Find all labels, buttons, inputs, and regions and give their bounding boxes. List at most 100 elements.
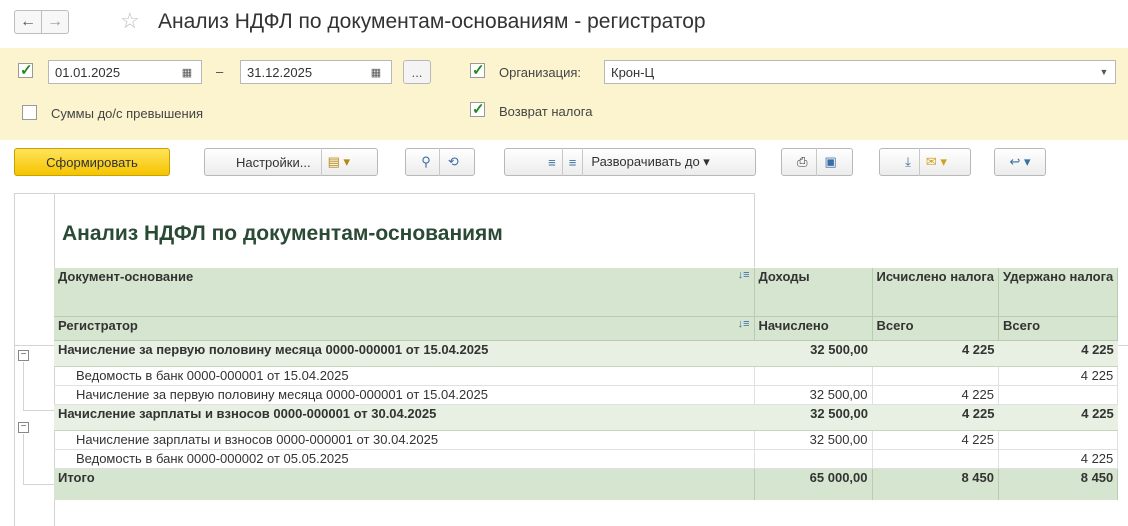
total-row: Итого 65 000,00 8 450 8 450 bbox=[54, 468, 1119, 500]
sort-icon[interactable]: ↓≡ bbox=[738, 269, 750, 281]
group-withheld: 4 225 bbox=[998, 404, 1118, 431]
header-label: Документ-основание bbox=[58, 269, 194, 284]
date-from-value: 01.01.2025 bbox=[55, 65, 121, 80]
organization-checkbox[interactable] bbox=[470, 61, 485, 79]
detail-name[interactable]: Начисление зарплаты и взносов 0000-00000… bbox=[54, 430, 755, 450]
total-withheld: 8 450 bbox=[998, 468, 1119, 500]
tree-line bbox=[23, 484, 55, 485]
search-icon[interactable]: ⚲ bbox=[413, 154, 439, 170]
detail-withheld: 4 225 bbox=[998, 366, 1119, 386]
report-border-left bbox=[14, 193, 15, 526]
search-button-group: ⚲ ⟲ bbox=[405, 148, 475, 176]
group-name[interactable]: Начисление зарплаты и взносов 0000-00000… bbox=[54, 404, 754, 431]
detail-row[interactable]: Ведомость в банк 0000-000001 от 15.04.20… bbox=[54, 366, 1119, 386]
undo-arrow-icon: ↩ ▾ bbox=[1009, 154, 1031, 169]
preview-icon[interactable]: ▣ bbox=[817, 154, 845, 170]
group-calc: 4 225 bbox=[872, 340, 999, 367]
header-cell[interactable]: Всего bbox=[872, 316, 999, 341]
expand-all-icon[interactable]: ≡ bbox=[542, 155, 562, 170]
detail-row[interactable]: Начисление зарплаты и взносов 0000-00000… bbox=[54, 430, 1119, 450]
total-income: 65 000,00 bbox=[754, 468, 873, 500]
detail-withheld bbox=[998, 385, 1119, 405]
back-arrow-icon[interactable]: ← bbox=[14, 10, 42, 34]
period-select-label: ... bbox=[411, 64, 423, 80]
date-to-value: 31.12.2025 bbox=[247, 65, 313, 80]
variant-icon[interactable]: ▤ ▾ bbox=[322, 154, 356, 170]
header-row: Документ-основание ↓≡ Доходы Исчислено на… bbox=[54, 268, 1119, 317]
sums-checkbox[interactable] bbox=[22, 105, 37, 120]
header-cell[interactable]: Всего bbox=[998, 316, 1119, 341]
group-calc: 4 225 bbox=[872, 404, 999, 431]
settings-button[interactable]: Настройки... bbox=[226, 155, 321, 170]
window-title: Анализ НДФЛ по документам-основаниям - р… bbox=[158, 10, 706, 33]
total-calc: 8 450 bbox=[872, 468, 999, 500]
detail-calc bbox=[872, 366, 999, 386]
detail-income bbox=[754, 366, 873, 386]
header-cell[interactable]: Исчислено налога bbox=[872, 268, 999, 317]
report-border-top bbox=[14, 193, 754, 194]
period-checkbox[interactable] bbox=[18, 61, 33, 79]
refund-checkbox[interactable] bbox=[470, 100, 485, 118]
header-label: Регистратор bbox=[58, 317, 138, 333]
calendar-icon[interactable]: ▦ bbox=[177, 62, 197, 82]
detail-name[interactable]: Ведомость в банк 0000-000001 от 15.04.20… bbox=[54, 366, 755, 386]
forward-arrow-icon[interactable]: → bbox=[41, 10, 69, 34]
group-withheld: 4 225 bbox=[998, 340, 1118, 367]
download-icon[interactable]: ⤓ bbox=[897, 154, 919, 170]
header-row: Регистратор ↓≡ Начислено Всего Всего bbox=[54, 316, 1119, 341]
report-title: Анализ НДФЛ по документам-основаниям bbox=[62, 222, 503, 245]
sort-icon[interactable]: ↓≡ bbox=[738, 318, 750, 330]
generate-button[interactable]: Сформировать bbox=[14, 148, 170, 176]
print-icon[interactable]: ⎙ bbox=[789, 154, 815, 170]
chevron-down-icon[interactable]: ▼ bbox=[1094, 62, 1114, 82]
detail-withheld: 4 225 bbox=[998, 449, 1119, 469]
detail-calc: 4 225 bbox=[872, 385, 999, 405]
report-column-line bbox=[754, 193, 755, 267]
organization-label: Организация: bbox=[499, 65, 582, 80]
settings-button-group: Настройки... ▤ ▾ bbox=[204, 148, 378, 176]
header-cell[interactable]: Доходы bbox=[754, 268, 873, 317]
search-clear-icon[interactable]: ⟲ bbox=[440, 154, 467, 170]
mail-icon[interactable]: ✉ ▾ bbox=[920, 154, 953, 170]
group-income: 32 500,00 bbox=[754, 404, 872, 431]
detail-name[interactable]: Ведомость в банк 0000-000002 от 05.05.20… bbox=[54, 449, 755, 469]
header-cell[interactable]: Удержано налога bbox=[998, 268, 1119, 317]
refund-label: Возврат налога bbox=[499, 104, 593, 119]
print-button-group: ⎙ ▣ bbox=[781, 148, 853, 176]
collapse-group-icon[interactable]: − bbox=[18, 422, 29, 433]
header-cell[interactable]: Документ-основание ↓≡ bbox=[54, 268, 755, 317]
export-button-group: ⤓ ✉ ▾ bbox=[879, 148, 971, 176]
group-row[interactable]: Начисление зарплаты и взносов 0000-00000… bbox=[54, 404, 1118, 431]
date-separator: – bbox=[216, 64, 224, 79]
sums-label: Суммы до/с превышения bbox=[51, 106, 204, 121]
group-income: 32 500,00 bbox=[754, 340, 872, 367]
favorite-star-icon[interactable]: ☆ bbox=[120, 8, 140, 34]
header-cell[interactable]: Начислено bbox=[754, 316, 873, 341]
detail-income: 32 500,00 bbox=[754, 430, 873, 450]
more-actions-button[interactable]: ↩ ▾ bbox=[994, 148, 1046, 176]
detail-calc: 4 225 bbox=[872, 430, 999, 450]
collapse-group-icon[interactable]: − bbox=[18, 350, 29, 361]
detail-calc bbox=[872, 449, 999, 469]
total-label: Итого bbox=[54, 468, 755, 500]
period-select-button[interactable]: ... bbox=[403, 60, 431, 84]
title-bar: ← → ☆ Анализ НДФЛ по документам-основани… bbox=[0, 0, 1128, 46]
grouping-button-group: ≡ ≡ Разворачивать до ▾ bbox=[504, 148, 756, 176]
detail-withheld bbox=[998, 430, 1119, 450]
detail-row[interactable]: Начисление за первую половину месяца 000… bbox=[54, 385, 1119, 405]
group-name[interactable]: Начисление за первую половину месяца 000… bbox=[54, 340, 754, 367]
organization-field[interactable]: Крон-Ц bbox=[604, 60, 1116, 84]
group-row[interactable]: Начисление за первую половину месяца 000… bbox=[54, 340, 1118, 367]
collapse-all-icon[interactable]: ≡ bbox=[563, 155, 583, 170]
calendar-icon[interactable]: ▦ bbox=[366, 62, 386, 82]
organization-value: Крон-Ц bbox=[611, 65, 655, 80]
tree-line bbox=[23, 410, 55, 411]
filter-panel: 01.01.2025 ▦ – 31.12.2025 ▦ ... Организа… bbox=[0, 48, 1128, 140]
tree-line bbox=[23, 434, 24, 484]
expand-to-button[interactable]: Разворачивать до ▾ bbox=[583, 154, 717, 170]
detail-row[interactable]: Ведомость в банк 0000-000002 от 05.05.20… bbox=[54, 449, 1119, 469]
detail-income: 32 500,00 bbox=[754, 385, 873, 405]
detail-name[interactable]: Начисление за первую половину месяца 000… bbox=[54, 385, 755, 405]
detail-income bbox=[754, 449, 873, 469]
header-cell[interactable]: Регистратор ↓≡ bbox=[54, 316, 755, 341]
